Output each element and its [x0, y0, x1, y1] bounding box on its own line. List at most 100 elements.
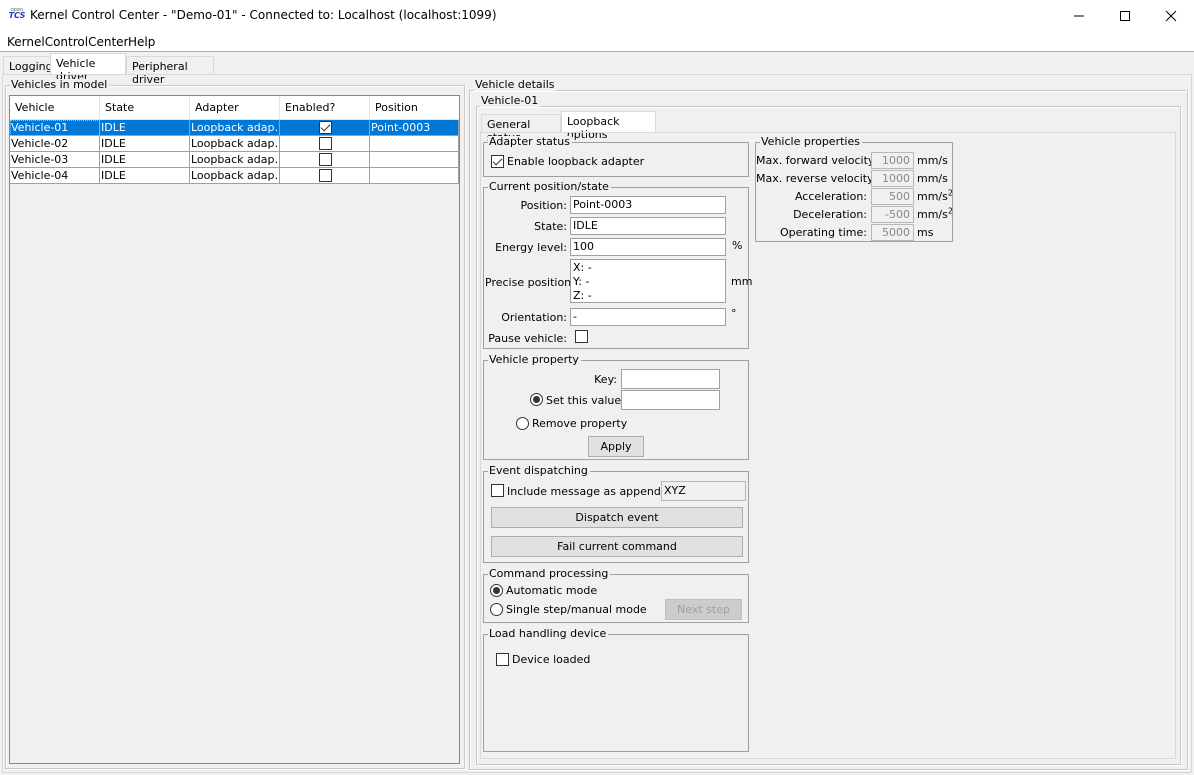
maximize-button[interactable] — [1102, 0, 1148, 31]
cell-vehicle: Vehicle-01 — [10, 120, 100, 136]
orientation-unit: ° — [731, 307, 737, 320]
table-header: Vehicle State Adapter Enabled? Position — [10, 96, 459, 120]
cell-state: IDLE — [100, 152, 190, 168]
key-label: Key: — [594, 373, 617, 386]
vehicle-property-value[interactable]: 5000 — [871, 224, 914, 241]
precise-position-field[interactable]: X: - Y: - Z: - — [570, 259, 726, 303]
enabled-checkbox[interactable] — [318, 137, 332, 150]
set-value-label: Set this value: — [546, 394, 625, 407]
column-header-adapter[interactable]: Adapter — [190, 96, 280, 120]
fail-current-command-button[interactable]: Fail current command — [491, 536, 743, 557]
automatic-mode-label: Automatic mode — [506, 584, 598, 597]
unit-exponent: 2 — [947, 188, 953, 198]
energy-unit: % — [732, 239, 743, 252]
table-row[interactable]: Vehicle-03 IDLE Loopback adap… — [10, 152, 459, 168]
vehicle-property-label: Max. reverse velocity: — [756, 172, 877, 185]
close-button[interactable] — [1148, 0, 1194, 31]
radio-circle[interactable] — [516, 417, 529, 430]
enabled-checkbox[interactable] — [318, 153, 332, 166]
vehicle-property-value[interactable]: 500 — [871, 188, 914, 205]
window-title: Kernel Control Center - "Demo-01" - Conn… — [30, 8, 497, 22]
unit-text: mm/s — [917, 172, 948, 185]
orientation-field[interactable]: - — [570, 308, 726, 326]
column-header-state[interactable]: State — [100, 96, 190, 120]
position-field[interactable]: Point-0003 — [570, 196, 726, 214]
orientation-label: Orientation: — [501, 311, 567, 324]
cell-adapter: Loopback adap… — [190, 136, 280, 152]
checkbox-box[interactable] — [491, 484, 504, 497]
opentcs-logo-icon: open TCS — [8, 7, 26, 20]
radio-circle[interactable] — [490, 603, 503, 616]
menu-help[interactable]: Help — [128, 35, 155, 49]
checkbox-box[interactable] — [491, 155, 504, 168]
precise-position-unit: mm — [731, 275, 753, 288]
manual-mode-radio[interactable] — [490, 603, 503, 619]
vehicle-details-title: Vehicle details — [474, 78, 557, 91]
tab-logging[interactable]: Logging — [3, 56, 53, 75]
enabled-checkbox[interactable] — [318, 121, 332, 134]
table-row[interactable]: Vehicle-04 IDLE Loopback adap… — [10, 168, 459, 184]
load-handling-group — [483, 634, 749, 752]
menu-kernelcontrolcenter[interactable]: KernelControlCenter — [7, 35, 128, 49]
unit-text: mm/s — [917, 190, 948, 203]
enable-loopback-checkbox[interactable] — [491, 155, 504, 171]
appendix-input[interactable]: XYZ — [661, 481, 746, 501]
remove-property-radio[interactable] — [516, 417, 529, 433]
automatic-mode-radio[interactable] — [490, 584, 503, 600]
state-field[interactable]: IDLE — [570, 217, 726, 235]
table-row[interactable]: Vehicle-01 IDLE Loopback adap… Point-0003 — [10, 120, 459, 136]
apply-button[interactable]: Apply — [588, 436, 644, 457]
cell-state: IDLE — [100, 168, 190, 184]
column-header-position[interactable]: Position — [370, 96, 459, 120]
set-value-input[interactable] — [621, 390, 720, 410]
vehicle-properties-title: Vehicle properties — [760, 135, 862, 148]
state-label: State: — [534, 220, 567, 233]
minimize-button[interactable] — [1056, 0, 1102, 31]
pause-vehicle-label: Pause vehicle: — [488, 332, 567, 345]
vehicle-property-value[interactable]: 1000 — [871, 152, 914, 169]
vehicle-property-title: Vehicle property — [488, 353, 581, 366]
table-row[interactable]: Vehicle-02 IDLE Loopback adap… — [10, 136, 459, 152]
tab-loopback-options[interactable]: Loopback options — [561, 111, 656, 141]
cell-position — [370, 136, 459, 152]
cell-state: IDLE — [100, 136, 190, 152]
checkbox-box[interactable] — [496, 653, 509, 666]
vehicle-property-value[interactable]: -500 — [871, 206, 914, 223]
include-appendix-checkbox[interactable] — [491, 484, 504, 500]
tab-peripheral-driver[interactable]: Peripheral driver — [126, 56, 214, 86]
vehicle-property-unit: mm/s2 — [917, 207, 953, 221]
vehicle-property-value[interactable]: 1000 — [871, 170, 914, 187]
enabled-checkbox[interactable] — [318, 169, 332, 182]
precise-x: X: - — [573, 261, 592, 274]
cell-adapter: Loopback adap… — [190, 168, 280, 184]
unit-text: ms — [917, 226, 934, 239]
adapter-status-title: Adapter status — [488, 135, 572, 148]
vehicle-property-label: Max. forward velocity: — [756, 154, 878, 167]
vehicle-property-label: Acceleration: — [794, 190, 867, 203]
cell-vehicle: Vehicle-04 — [10, 168, 100, 184]
column-header-vehicle[interactable]: Vehicle — [10, 96, 100, 120]
checkbox-box[interactable] — [575, 330, 588, 343]
command-processing-title: Command processing — [488, 567, 611, 580]
vehicle-property-unit: ms — [917, 226, 933, 239]
set-value-radio[interactable] — [530, 393, 543, 409]
cell-enabled — [280, 120, 370, 136]
vehicle-property-unit: mm/s — [917, 172, 948, 185]
tab-vehicle-driver[interactable]: Vehicle driver — [50, 53, 126, 83]
cell-enabled — [280, 152, 370, 168]
dispatch-event-button[interactable]: Dispatch event — [491, 507, 743, 528]
device-loaded-checkbox[interactable] — [496, 653, 509, 669]
key-input[interactable] — [621, 369, 720, 389]
cell-state: IDLE — [100, 120, 190, 136]
column-header-enabled[interactable]: Enabled? — [280, 96, 370, 120]
tab-general-status[interactable]: General status — [481, 114, 561, 144]
pause-vehicle-checkbox[interactable] — [575, 330, 588, 346]
vehicles-table: Vehicle State Adapter Enabled? Position … — [9, 95, 460, 764]
vehicles-in-model-title: Vehicles in model — [10, 78, 110, 91]
cell-position — [370, 168, 459, 184]
radio-circle[interactable] — [530, 393, 543, 406]
energy-level-field[interactable]: 100 — [570, 238, 726, 256]
radio-circle[interactable] — [490, 584, 503, 597]
next-step-button[interactable]: Next step — [665, 599, 742, 620]
cell-adapter: Loopback adap… — [190, 152, 280, 168]
